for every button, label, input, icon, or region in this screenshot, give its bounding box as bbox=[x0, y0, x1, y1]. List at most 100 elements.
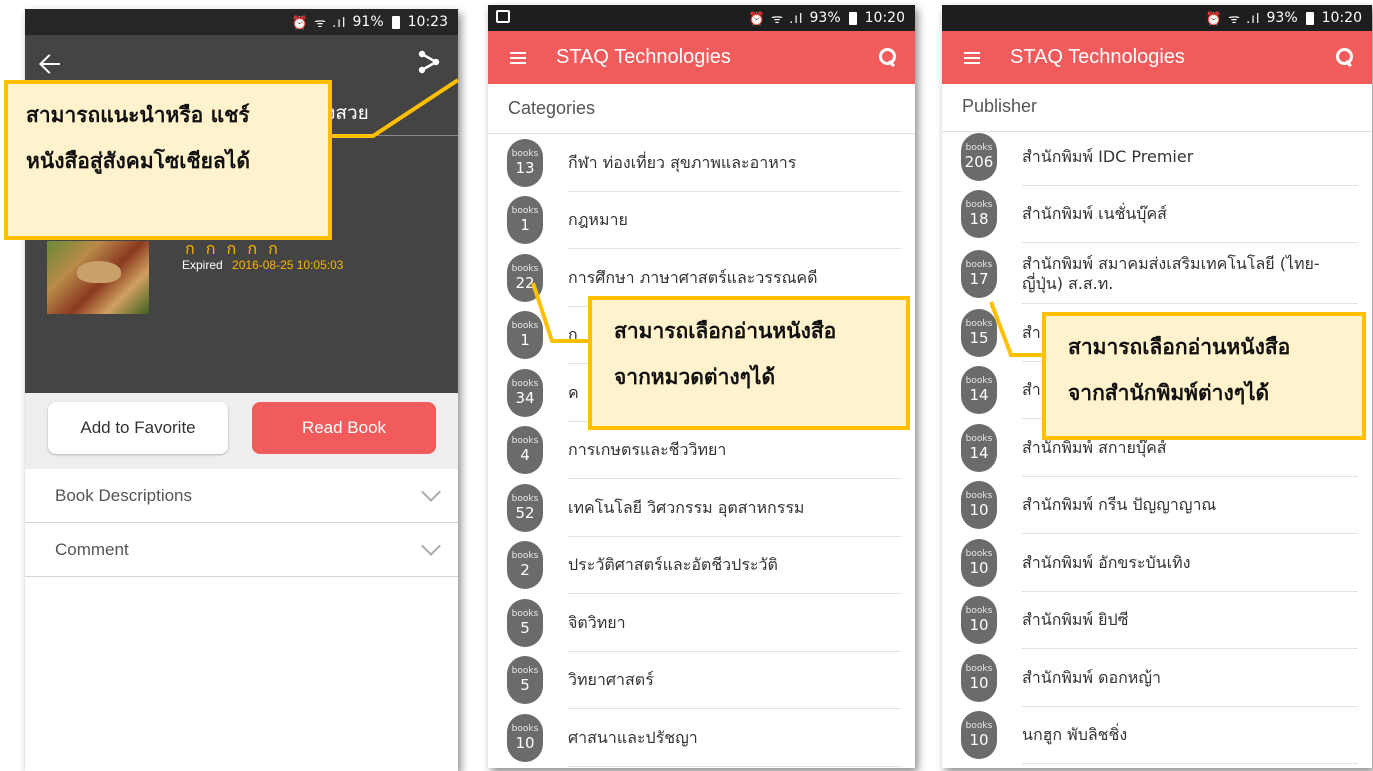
category-label: กฎหมาย bbox=[568, 210, 628, 230]
accordion-label: Book Descriptions bbox=[55, 485, 193, 505]
publisher-item[interactable]: books 10 นกฮูก พับลิชชิ่ง bbox=[942, 707, 1372, 765]
category-item[interactable]: books 5 วิทยาศาสตร์ bbox=[488, 652, 915, 710]
notification-icon bbox=[496, 10, 510, 23]
accordion-label: Comment bbox=[55, 539, 129, 559]
publisher-label: นกฮูก พับลิชชิ่ง bbox=[1022, 725, 1128, 745]
action-bar: Add to Favorite Read Book bbox=[25, 393, 458, 469]
book-count-badge: books 15 bbox=[961, 308, 997, 357]
book-count-badge: books 1 bbox=[507, 311, 543, 360]
publisher-list: books 206 สำนักพิมพ์ IDC Premier books 18 สำ… bbox=[942, 128, 1372, 764]
publisher-item[interactable]: books 10 สำนักพิมพ์ กรีน ปัญญาญาณ bbox=[942, 477, 1372, 535]
app-title: STAQ Technologies bbox=[556, 46, 731, 68]
callout-line: จากสำนักพิมพ์ต่างๆได้ bbox=[1068, 381, 1270, 405]
publisher-item[interactable]: books 10 สำนักพิมพ์ ยิปซี bbox=[942, 592, 1372, 650]
app-bar: STAQ Technologies bbox=[942, 31, 1372, 84]
publisher-item[interactable]: books 10 สำนักพิมพ์ อักขระบันเทิง bbox=[942, 534, 1372, 592]
status-icons: ⏰ ᯤ .ıl bbox=[291, 16, 347, 31]
publisher-item[interactable]: books 17 สำนักพิมพ์ สมาคมส่งเสริมเทคโนโลยี… bbox=[942, 243, 1372, 304]
book-count-badge: books 2 bbox=[507, 541, 543, 590]
section-title: Publisher bbox=[942, 82, 1372, 132]
book-cover-image bbox=[47, 241, 149, 314]
status-bar: ⏰ ᯤ .ıl 91% 10:23 bbox=[25, 9, 458, 35]
book-count-badge: books 4 bbox=[507, 426, 543, 475]
publisher-item[interactable]: books 10 สำนักพิมพ์ ดอกหญ้า bbox=[942, 649, 1372, 707]
publisher-label: สำนักพิมพ์ IDC Premier bbox=[1022, 146, 1194, 166]
battery-icon bbox=[848, 11, 857, 25]
book-count-badge: books 1 bbox=[507, 196, 543, 245]
share-icon[interactable] bbox=[418, 50, 440, 74]
publisher-label: สำนักพิมพ์ กรีน ปัญญาญาณ bbox=[1022, 495, 1217, 515]
add-to-favorite-button[interactable]: Add to Favorite bbox=[48, 402, 228, 454]
category-callout: สามารถเลือกอ่านหนังสือ จากหมวดต่างๆได้ bbox=[588, 296, 910, 430]
book-descriptions-section[interactable]: Book Descriptions bbox=[25, 469, 458, 523]
read-book-button[interactable]: Read Book bbox=[252, 402, 436, 454]
chevron-down-icon bbox=[421, 536, 441, 556]
book-count-badge: books 5 bbox=[507, 656, 543, 705]
status-icons: ⏰ ᯤ .ıl bbox=[1205, 12, 1261, 27]
book-count-badge: books 10 bbox=[961, 711, 997, 760]
category-list: books 13 กีฬา ท่องเที่ยว สุขภาพและอาหาร bo… bbox=[488, 134, 915, 767]
category-item[interactable]: books 4 การเกษตรและชีววิทยา bbox=[488, 422, 915, 480]
book-count-badge: books 10 bbox=[961, 596, 997, 645]
book-count-badge: books 22 bbox=[507, 253, 543, 302]
publisher-label: สำนักพิมพ์ สมาคมส่งเสริมเทคโนโลยี (ไทย-ญ… bbox=[1022, 253, 1320, 293]
category-label: ศาสนาและปรัชญา bbox=[568, 727, 698, 747]
share-callout: สามารถแนะนำหรือ แชร์ หนังสือสู่สังคมโซเช… bbox=[4, 80, 332, 240]
category-item[interactable]: books 5 จิตวิทยา bbox=[488, 594, 915, 652]
callout-line: จากหมวดต่างๆได้ bbox=[614, 365, 776, 389]
publisher-item[interactable]: books 18 สำนักพิมพ์ เนชั่นบุ๊คส์ bbox=[942, 186, 1372, 244]
book-count-badge: books 14 bbox=[961, 423, 997, 472]
book-count-badge: books 10 bbox=[961, 538, 997, 587]
menu-icon[interactable] bbox=[510, 51, 526, 64]
battery-icon bbox=[391, 15, 400, 29]
back-arrow-icon[interactable] bbox=[40, 54, 62, 74]
publisher-label: สำนักพิมพ์ สกายบุ๊คส์ bbox=[1022, 437, 1167, 457]
battery-level: 93% bbox=[809, 10, 841, 26]
callout-line: สามารถเลือกอ่านหนังสือ bbox=[614, 319, 837, 343]
category-label: การศึกษา ภาษาศาสตร์และวรรณคดี bbox=[568, 267, 818, 287]
book-count-badge: books 52 bbox=[507, 483, 543, 532]
book-count-badge: books 14 bbox=[961, 366, 997, 415]
app-bar: STAQ Technologies bbox=[488, 31, 915, 84]
publisher-callout: สามารถเลือกอ่านหนังสือ จากสำนักพิมพ์ต่าง… bbox=[1042, 312, 1366, 440]
menu-icon[interactable] bbox=[964, 51, 980, 64]
publisher-item[interactable]: books 206 สำนักพิมพ์ IDC Premier bbox=[942, 128, 1372, 186]
expiry-info: Expired 2016-08-25 10:05:03 bbox=[182, 258, 343, 272]
callout-line: หนังสือสู่สังคมโซเชียลได้ bbox=[26, 149, 250, 173]
category-label: วิทยาศาสตร์ bbox=[568, 670, 654, 690]
publisher-label: สำนักพิมพ์ อักขระบันเทิง bbox=[1022, 552, 1191, 572]
book-count-badge: books 10 bbox=[507, 713, 543, 762]
status-bar: ⏰ ᯤ .ıl 93% 10:20 bbox=[488, 5, 915, 31]
category-item[interactable]: books 1 กฎหมาย bbox=[488, 192, 915, 250]
category-label: การเกษตรและชีววิทยา bbox=[568, 440, 727, 460]
app-title: STAQ Technologies bbox=[1010, 46, 1185, 68]
book-count-badge: books 34 bbox=[507, 368, 543, 417]
callout-line: สามารถแนะนำหรือ แชร์ bbox=[26, 103, 250, 127]
category-label: เทคโนโลยี วิศวกรรม อุตสาหกรรม bbox=[568, 497, 805, 517]
book-count-badge: books 206 bbox=[961, 132, 997, 181]
status-bar: ⏰ ᯤ .ıl 93% 10:20 bbox=[942, 5, 1372, 31]
publisher-label: สำนักพิมพ์ เนชั่นบุ๊คส์ bbox=[1022, 204, 1167, 224]
category-label: ประวัติศาสตร์และอัตชีวประวัติ bbox=[568, 555, 778, 575]
callout-line: สามารถเลือกอ่านหนังสือ bbox=[1068, 335, 1291, 359]
category-item[interactable]: books 10 ศาสนาและปรัชญา bbox=[488, 709, 915, 767]
clock: 10:20 bbox=[1321, 10, 1362, 26]
battery-icon bbox=[1305, 11, 1314, 25]
category-item[interactable]: books 52 เทคโนโลยี วิศวกรรม อุตสาหกรรม bbox=[488, 479, 915, 537]
expired-label: Expired bbox=[182, 258, 223, 272]
book-count-badge: books 17 bbox=[961, 249, 997, 298]
clock: 10:23 bbox=[407, 14, 448, 30]
book-count-badge: books 10 bbox=[961, 481, 997, 530]
category-label: จิตวิทยา bbox=[568, 612, 626, 632]
search-icon[interactable] bbox=[1336, 48, 1354, 66]
battery-level: 93% bbox=[1266, 10, 1298, 26]
category-item[interactable]: books 2 ประวัติศาสตร์และอัตชีวประวัติ bbox=[488, 537, 915, 595]
book-count-badge: books 5 bbox=[507, 598, 543, 647]
category-item[interactable]: books 13 กีฬา ท่องเที่ยว สุขภาพและอาหาร bbox=[488, 134, 915, 192]
search-icon[interactable] bbox=[879, 48, 897, 66]
category-label: กีฬา ท่องเที่ยว สุขภาพและอาหาร bbox=[568, 152, 797, 172]
book-count-badge: books 10 bbox=[961, 653, 997, 702]
comment-section[interactable]: Comment bbox=[25, 523, 458, 577]
publisher-label: สำนักพิมพ์ ยิปซี bbox=[1022, 610, 1129, 630]
book-count-badge: books 18 bbox=[961, 190, 997, 239]
